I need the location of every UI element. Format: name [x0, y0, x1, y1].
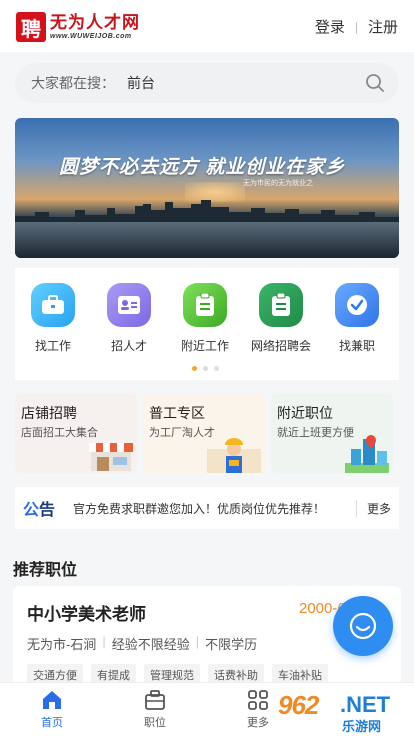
job-education: 不限学历	[205, 637, 258, 652]
job-experience: 经验不限经验	[111, 637, 190, 652]
carousel-pager	[189, 366, 222, 371]
search-label: 大家都在搜：	[31, 75, 115, 91]
logo-mark: 聘	[16, 12, 46, 42]
meta-separator: |	[195, 634, 200, 649]
auth-separator: |	[354, 19, 358, 34]
app-header: 聘 无为人才网 www.WUWEIJOB.com 登录 | 注册	[0, 0, 414, 52]
section-title: 推荐职位	[13, 562, 78, 579]
quick-link-nearby-jobs[interactable]: 附近工作	[175, 283, 235, 354]
card-title: 附近职位	[277, 405, 333, 421]
watermark-net: .NET	[340, 692, 391, 717]
banner-slogan: 圆梦不必去远方 就业创业在家乡	[59, 157, 346, 178]
job-location: 无为市-石涧	[27, 637, 97, 652]
tab-jobs[interactable]: 职位	[125, 689, 185, 730]
clock-check-icon	[335, 283, 379, 327]
document-icon	[183, 283, 227, 327]
pager-dot[interactable]	[214, 366, 219, 371]
feature-cards: 店铺招聘 店面招工大集合 普工专区 为工厂淘人才 附近职位 就近上班更方便	[15, 393, 399, 473]
announcement-tag-b: 告	[39, 502, 56, 519]
card-subtitle: 店面招工大集合	[21, 427, 98, 439]
quick-link-label: 附近工作	[180, 339, 229, 353]
tab-home[interactable]: 首页	[22, 689, 82, 730]
site-logo[interactable]: 聘 无为人才网 www.WUWEIJOB.com	[16, 10, 140, 44]
chat-icon	[349, 612, 377, 640]
site-watermark: 962 .NET 乐游网	[278, 690, 408, 734]
quick-link-label: 找工作	[34, 339, 71, 353]
announcement-tag: 公告	[23, 496, 55, 520]
quick-link-online-fair[interactable]: 网络招聘会	[251, 283, 311, 354]
city-buildings-icon	[345, 435, 389, 473]
search-icon[interactable]	[365, 73, 385, 93]
logo-text: 无为人才网 www.WUWEIJOB.com	[50, 12, 140, 41]
card-nearby-jobs[interactable]: 附近职位 就近上班更方便	[271, 393, 393, 473]
quick-link-hire[interactable]: 招人才	[99, 283, 159, 354]
card-title: 普工专区	[149, 405, 205, 421]
job-title: 中小学美术老师	[27, 605, 146, 624]
logo-url: www.WUWEIJOB.com	[50, 32, 132, 40]
watermark-cn: 乐游网	[342, 719, 382, 734]
card-title: 店铺招聘	[21, 405, 77, 421]
tab-label: 首页	[41, 717, 63, 729]
announcement-more-link[interactable]: 更多	[355, 499, 391, 517]
watermark-number: 962	[278, 690, 319, 720]
login-link[interactable]: 登录	[315, 16, 345, 37]
quick-link-part-time[interactable]: 找兼职	[327, 283, 387, 354]
quick-link-label: 招人才	[110, 339, 147, 353]
storefront-icon	[89, 443, 133, 471]
tab-label: 职位	[144, 717, 166, 729]
pager-dot-active[interactable]	[192, 366, 197, 371]
banner-subtext: 无为市民的无为就业之	[243, 180, 313, 187]
grid-icon	[248, 690, 268, 710]
quick-link-label: 找兼职	[338, 339, 375, 353]
auth-links: 登录 | 注册	[315, 16, 398, 37]
quick-link-find-job[interactable]: 找工作	[23, 283, 83, 354]
card-worker-zone[interactable]: 普工专区 为工厂淘人才	[143, 393, 265, 473]
briefcase-icon	[31, 283, 75, 327]
meta-separator: |	[102, 634, 106, 649]
chat-fab-button[interactable]	[333, 596, 393, 656]
search-hot-keyword[interactable]: 前台	[127, 73, 155, 93]
id-card-icon	[107, 283, 151, 327]
logo-title: 无为人才网	[50, 12, 140, 32]
register-link[interactable]: 注册	[368, 16, 398, 37]
card-shop-recruit[interactable]: 店铺招聘 店面招工大集合	[15, 393, 137, 473]
quick-links: 找工作 招人才 附近工作 网络招聘会 找兼职	[15, 268, 399, 380]
job-meta: 无为市-石涧 | 经验不限经验 | 不限学历	[27, 634, 257, 653]
pager-dot[interactable]	[203, 366, 208, 371]
briefcase-icon	[145, 690, 165, 710]
document-icon	[259, 283, 303, 327]
quick-link-label: 网络招聘会	[251, 339, 312, 353]
announcement-message[interactable]: 官方免费求职群邀您加入！优质岗位优先推荐！	[73, 500, 356, 517]
announcement-bar[interactable]: 公告 官方免费求职群邀您加入！优质岗位优先推荐！ 更多	[15, 487, 399, 529]
promo-banner[interactable]: 圆梦不必去远方 就业创业在家乡 无为市民的无为就业之	[15, 118, 399, 258]
banner-water	[15, 222, 399, 258]
search-bar[interactable]: 大家都在搜： 前台	[15, 63, 399, 103]
worker-icon	[207, 438, 261, 473]
home-icon	[43, 691, 61, 709]
announcement-tag-a: 公	[23, 502, 40, 519]
tab-label: 更多	[247, 717, 269, 729]
banner-skyline	[15, 200, 399, 224]
